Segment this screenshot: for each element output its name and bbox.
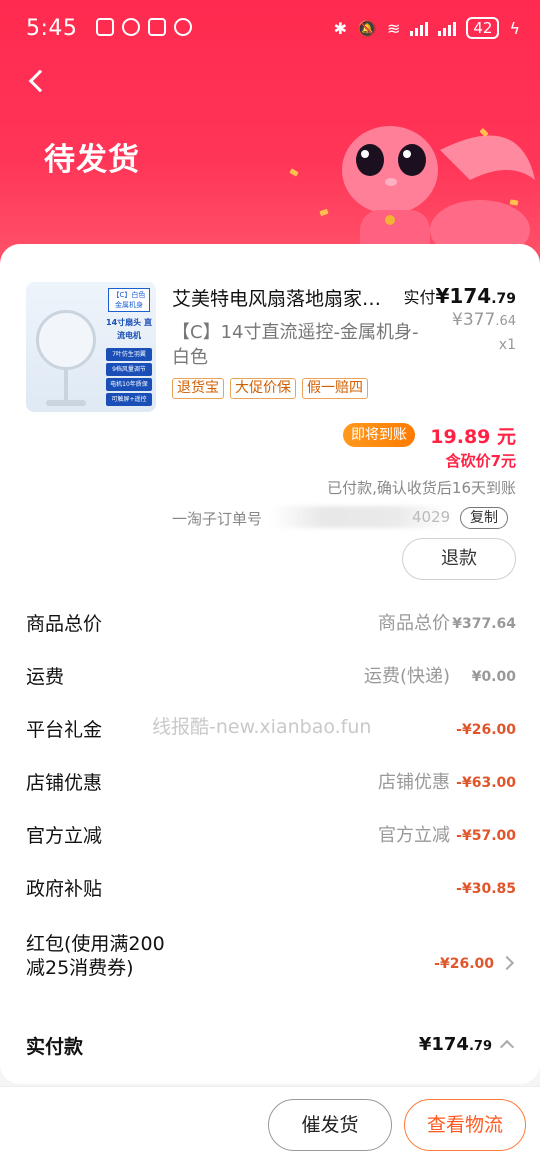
total-dec: .79 bbox=[468, 1039, 492, 1054]
fan-image bbox=[36, 310, 96, 370]
total-amount: ¥174.79 bbox=[419, 1034, 492, 1055]
tag-return-insurance[interactable]: 退货宝 bbox=[172, 378, 224, 399]
original-price: ¥377.64 bbox=[452, 310, 516, 330]
arrival-note: 已付款,确认收货后16天到账 bbox=[327, 479, 516, 497]
status-left-icons bbox=[96, 18, 192, 36]
fan-base bbox=[46, 400, 86, 406]
alarm-icon bbox=[174, 18, 192, 36]
chevron-up-icon[interactable] bbox=[499, 1039, 515, 1055]
row-amount: ¥0.00 bbox=[471, 669, 516, 685]
page-title: 待发货 bbox=[44, 142, 140, 178]
signal-1-icon bbox=[410, 20, 429, 36]
charging-icon: ϟ bbox=[509, 18, 520, 38]
product-sku: 【C】14寸直流遥控-金属机身-白色 bbox=[172, 322, 419, 368]
row-label: 官方立减 bbox=[26, 825, 103, 847]
arrival-amount: 19.89 元 bbox=[430, 426, 516, 448]
thumb-feature: 7叶仿生羽翼 bbox=[106, 348, 152, 361]
price-row-goods-total: 商品总价 商品总价 ¥377.64 bbox=[26, 604, 516, 644]
status-right-icons: ✱ 🔕 ≋ 42 ϟ bbox=[334, 17, 520, 39]
orig-int: ¥377 bbox=[452, 310, 496, 330]
bargain-note: 含砍价7元 bbox=[445, 452, 516, 470]
fan-pole bbox=[64, 368, 68, 404]
row-label: 运费 bbox=[26, 666, 65, 688]
row-amount: -¥26.00 bbox=[456, 722, 516, 738]
paid-int: ¥174 bbox=[435, 284, 492, 308]
tag-fake-compensation[interactable]: 假一赔四 bbox=[302, 378, 368, 399]
row-label: 商品总价 bbox=[26, 613, 103, 635]
paid-price: 实付¥174.79 bbox=[404, 284, 517, 308]
suborder-label: 一淘子订单号 bbox=[172, 510, 263, 528]
product-title[interactable]: 艾美特电风扇落地扇家… bbox=[172, 284, 412, 311]
price-row-red-packet[interactable]: 红包(使用满200减25消费券) -¥26.00 bbox=[26, 932, 516, 1004]
battery-indicator: 42 bbox=[466, 17, 500, 39]
thumb-feature: 可触屏+遥控 bbox=[106, 393, 152, 406]
paid-label: 实付 bbox=[403, 288, 436, 307]
row-amount: -¥57.00 bbox=[456, 828, 516, 844]
view-logistics-button[interactable]: 查看物流 bbox=[404, 1099, 526, 1151]
tag-price-protect[interactable]: 大促价保 bbox=[230, 378, 296, 399]
price-row-shipping: 运费 运费(快递) ¥0.00 bbox=[26, 657, 516, 697]
confetti bbox=[289, 168, 299, 177]
back-button[interactable] bbox=[26, 66, 56, 96]
chevron-right-icon bbox=[499, 955, 515, 971]
bluetooth-icon: ✱ bbox=[333, 18, 348, 38]
status-time: 5:45 bbox=[26, 16, 78, 41]
orig-dec: .64 bbox=[495, 314, 516, 329]
arrival-badge: 即将到账 bbox=[343, 423, 415, 447]
row-mid: 官方立减 bbox=[378, 825, 450, 846]
row-amount: -¥26.00 bbox=[434, 956, 494, 972]
service-tags: 退货宝 大促价保 假一赔四 bbox=[172, 378, 368, 399]
paid-dec: .79 bbox=[491, 291, 516, 307]
wifi-icon: ≋ bbox=[386, 18, 401, 38]
price-row-gov-subsidy: 政府补贴 -¥30.85 bbox=[26, 869, 516, 909]
row-label: 红包(使用满200减25消费券) bbox=[26, 933, 165, 979]
row-mid: 商品总价 bbox=[378, 613, 450, 634]
row-mid: 店铺优惠 bbox=[378, 772, 450, 793]
row-mid: 运费(快递) bbox=[363, 666, 450, 687]
thumb-feature: 9档风量调节 bbox=[106, 363, 152, 376]
row-amount: -¥63.00 bbox=[456, 775, 516, 791]
thumb-tag-top: 【C】白色 金属机身 bbox=[108, 288, 150, 312]
refund-button[interactable]: 退款 bbox=[402, 538, 516, 580]
price-row-official-cut: 官方立减 官方立减 -¥57.00 bbox=[26, 816, 516, 856]
row-label: 平台礼金 bbox=[26, 719, 103, 741]
notification-app-icon bbox=[96, 18, 114, 36]
copy-button[interactable]: 复制 bbox=[460, 507, 508, 529]
nfc-icon bbox=[148, 18, 166, 36]
row-amount: -¥30.85 bbox=[456, 881, 516, 897]
watermark: 线报酷-new.xianbao.fun bbox=[152, 716, 372, 738]
price-row-shop-discount: 店铺优惠 店铺优惠 -¥63.00 bbox=[26, 763, 516, 803]
eye-icon bbox=[122, 18, 140, 36]
row-amount: ¥377.64 bbox=[452, 616, 516, 632]
total-int: ¥174 bbox=[418, 1034, 469, 1055]
row-label: 店铺优惠 bbox=[26, 772, 103, 794]
thumb-tag-big: 14寸扇头 直流电机 bbox=[106, 318, 152, 340]
urge-shipping-button[interactable]: 催发货 bbox=[268, 1099, 392, 1151]
mascot-illustration bbox=[342, 126, 535, 260]
mute-icon: 🔕 bbox=[357, 18, 377, 38]
status-bar: 5:45 ✱ 🔕 ≋ 42 ϟ bbox=[0, 0, 540, 60]
signal-2-icon bbox=[438, 20, 457, 36]
bottom-action-bar: 催发货 查看物流 bbox=[0, 1086, 540, 1165]
product-thumbnail[interactable]: 【C】白色 金属机身 14寸扇头 直流电机 7叶仿生羽翼 9档风量调节 电机10… bbox=[26, 282, 156, 412]
thumb-feature: 电机10年质保 bbox=[106, 378, 152, 391]
suborder-tail: 4029 bbox=[412, 508, 451, 526]
row-label: 政府补贴 bbox=[26, 878, 103, 900]
total-label: 实付款 bbox=[26, 1036, 84, 1058]
suborder-label-text: 淘子订单号 bbox=[187, 510, 263, 528]
total-paid-row[interactable]: 实付款 ¥174.79 bbox=[26, 1026, 516, 1066]
quantity: x1 bbox=[498, 337, 516, 353]
